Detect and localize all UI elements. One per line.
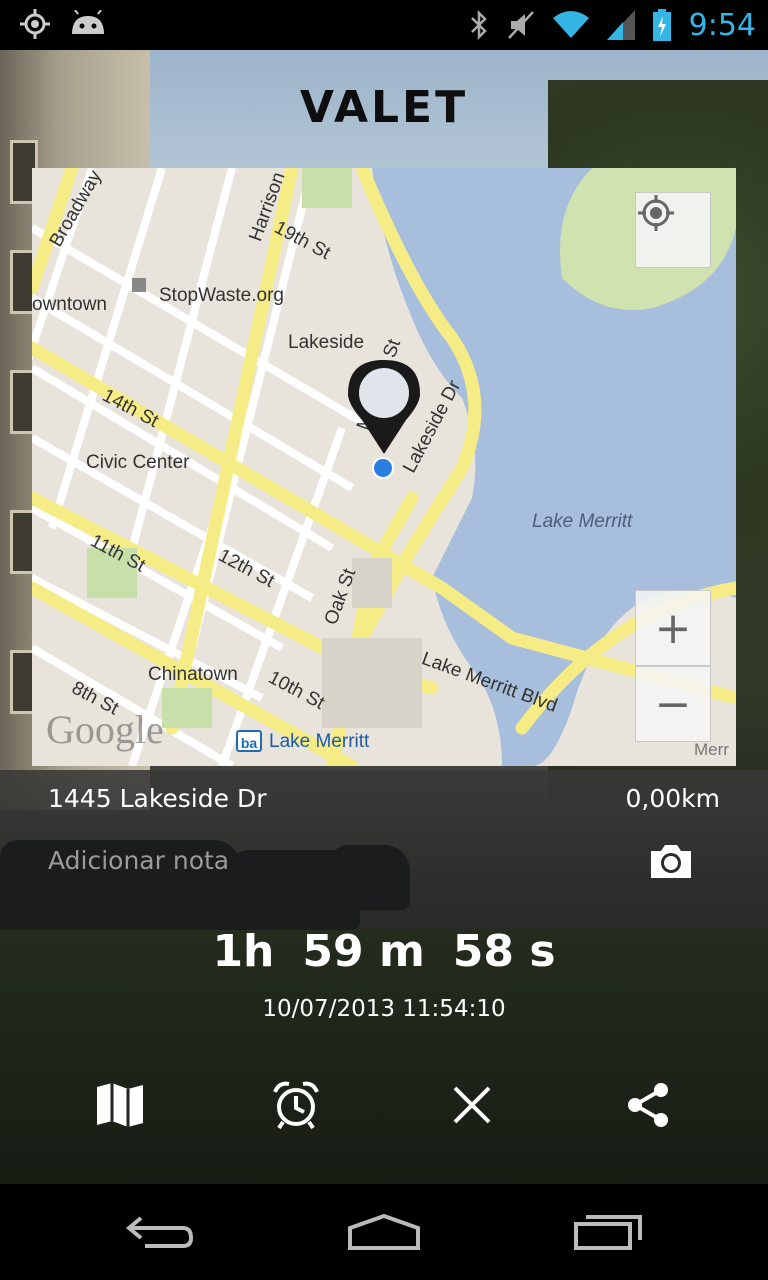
battery-icon [652,9,671,41]
alarm-icon [273,1081,319,1130]
back-button[interactable] [110,1206,210,1258]
share-icon [628,1083,668,1127]
zoom-out-label: − [654,678,692,730]
add-note-field[interactable]: Adicionar nota [48,846,229,875]
recent-apps-icon [574,1215,642,1250]
distance: 0,00km [625,784,721,813]
parking-address: 1445 Lakeside Dr [48,784,267,813]
navigation-bar [0,1184,768,1280]
app-title: VALET [299,82,469,133]
android-icon [72,10,104,34]
recent-apps-button[interactable] [558,1206,658,1258]
parking-pin-icon[interactable] [348,360,420,456]
action-bar [0,1078,768,1132]
elapsed-timer: 1h 59 m 58 s [0,926,768,977]
my-location-dot [372,457,394,479]
timer-minutes: 59 m [302,926,425,977]
signal-icon [606,10,635,40]
back-icon [125,1216,194,1248]
location-icon [20,9,50,39]
status-bar: 9:54 [0,0,768,50]
mute-icon [507,11,534,39]
wifi-icon [552,11,589,38]
map-label-lake-merritt: Lake Merritt [532,511,633,532]
map-label-chinatown: Chinatown [148,664,238,685]
clear-button[interactable] [442,1078,502,1132]
zoom-out-button[interactable]: − [635,666,711,742]
map-label-bart-station: Lake Merritt [269,731,370,752]
home-button[interactable] [334,1206,434,1258]
bluetooth-icon [470,10,487,40]
clock: 9:54 [688,7,756,43]
map-label-lakeside: Lakeside [288,332,365,353]
my-location-button[interactable] [635,192,711,268]
map-icon [97,1083,143,1127]
home-icon [348,1213,420,1250]
map-label-merr: Merr [694,740,729,759]
timer-hours: 1h [212,926,275,977]
share-button[interactable] [618,1078,678,1132]
zoom-in-label: + [654,602,692,654]
close-icon [453,1086,491,1124]
camera-icon[interactable] [648,842,694,880]
timer-seconds: 58 s [452,926,556,977]
bart-icon: ba [236,730,262,752]
map-label-downtown: owntown [32,294,107,315]
map-label-civic-center: Civic Center [86,452,190,473]
alarm-button[interactable] [266,1078,326,1132]
zoom-in-button[interactable]: + [635,590,711,666]
crosshair-icon [638,195,674,231]
map-button[interactable] [90,1078,150,1132]
map-label-stopwaste: StopWaste.org [159,285,284,306]
parked-datetime: 10/07/2013 11:54:10 [262,996,506,1022]
map[interactable]: Broadway Harrison 19th St owntown StopWa… [32,168,736,766]
google-logo: Google [46,707,164,752]
